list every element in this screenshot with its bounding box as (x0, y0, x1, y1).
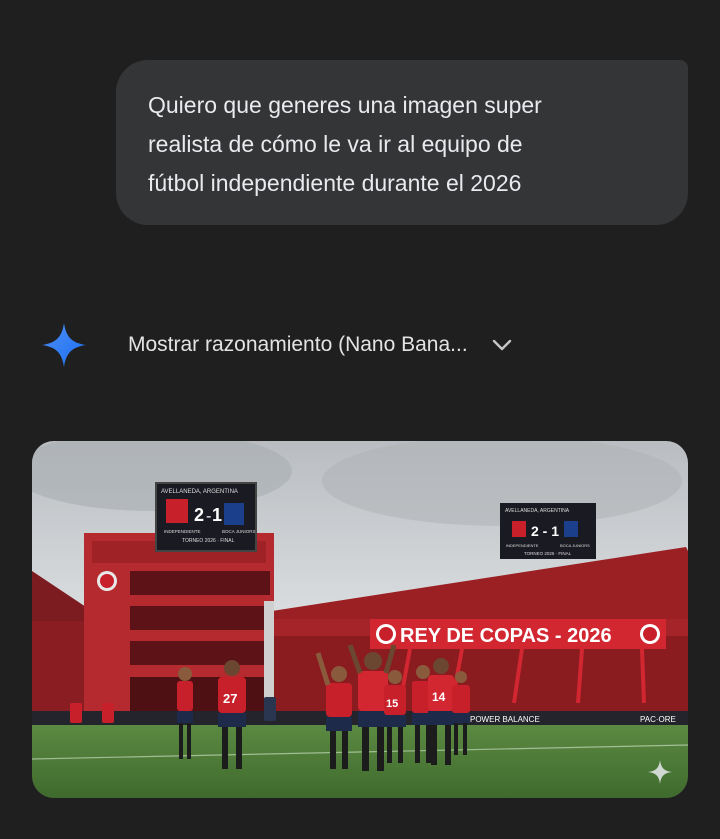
player-number-2: 15 (386, 698, 398, 710)
side-scoreboard-home-team: INDEPENDIENTE (506, 543, 539, 548)
player-number-3: 14 (432, 690, 446, 704)
assistant-response-header: Mostrar razonamiento (Nano Bana... (40, 320, 680, 370)
main-scoreboard-away-score: 1 (212, 505, 222, 525)
user-message-text: Quiero que generes una imagen super real… (148, 92, 542, 196)
main-scoreboard-caption: TORNEO 2026 · FINAL (182, 538, 235, 544)
ad-board-2: PAC·ORE (640, 715, 676, 724)
svg-text:-: - (206, 508, 211, 525)
side-scoreboard-caption: TORNEO 2026 · FINAL (524, 551, 572, 556)
rey-de-copas-banner-text: REY DE COPAS - 2026 (400, 625, 612, 647)
player-number-1: 27 (223, 691, 237, 706)
gemini-spark-icon (42, 323, 86, 367)
main-scoreboard-away-team: BOCA JUNIORS (222, 529, 256, 534)
generated-image[interactable]: AVELLANEDA, ARGENTINA 2 - 1 INDEPENDIENT… (32, 441, 688, 798)
main-scoreboard-home-score: 2 (194, 505, 204, 525)
ad-board-1: POWER BALANCE (470, 715, 540, 724)
main-scoreboard-location: AVELLANEDA, ARGENTINA (161, 489, 238, 495)
sparkle-watermark-icon (648, 760, 672, 784)
stadium-scene: AVELLANEDA, ARGENTINA 2 - 1 INDEPENDIENT… (32, 441, 688, 798)
main-scoreboard-home-team: INDEPENDIENTE (164, 529, 201, 534)
side-scoreboard-location: AVELLANEDA, ARGENTINA (505, 508, 570, 514)
side-scoreboard-score: 2 - 1 (531, 523, 559, 539)
chevron-down-icon[interactable] (490, 333, 514, 357)
side-scoreboard-away-team: BOCA JUNIORS (560, 543, 590, 548)
show-reasoning-toggle[interactable]: Mostrar razonamiento (Nano Bana... (128, 333, 468, 357)
user-message-bubble: Quiero que generes una imagen super real… (116, 60, 688, 225)
